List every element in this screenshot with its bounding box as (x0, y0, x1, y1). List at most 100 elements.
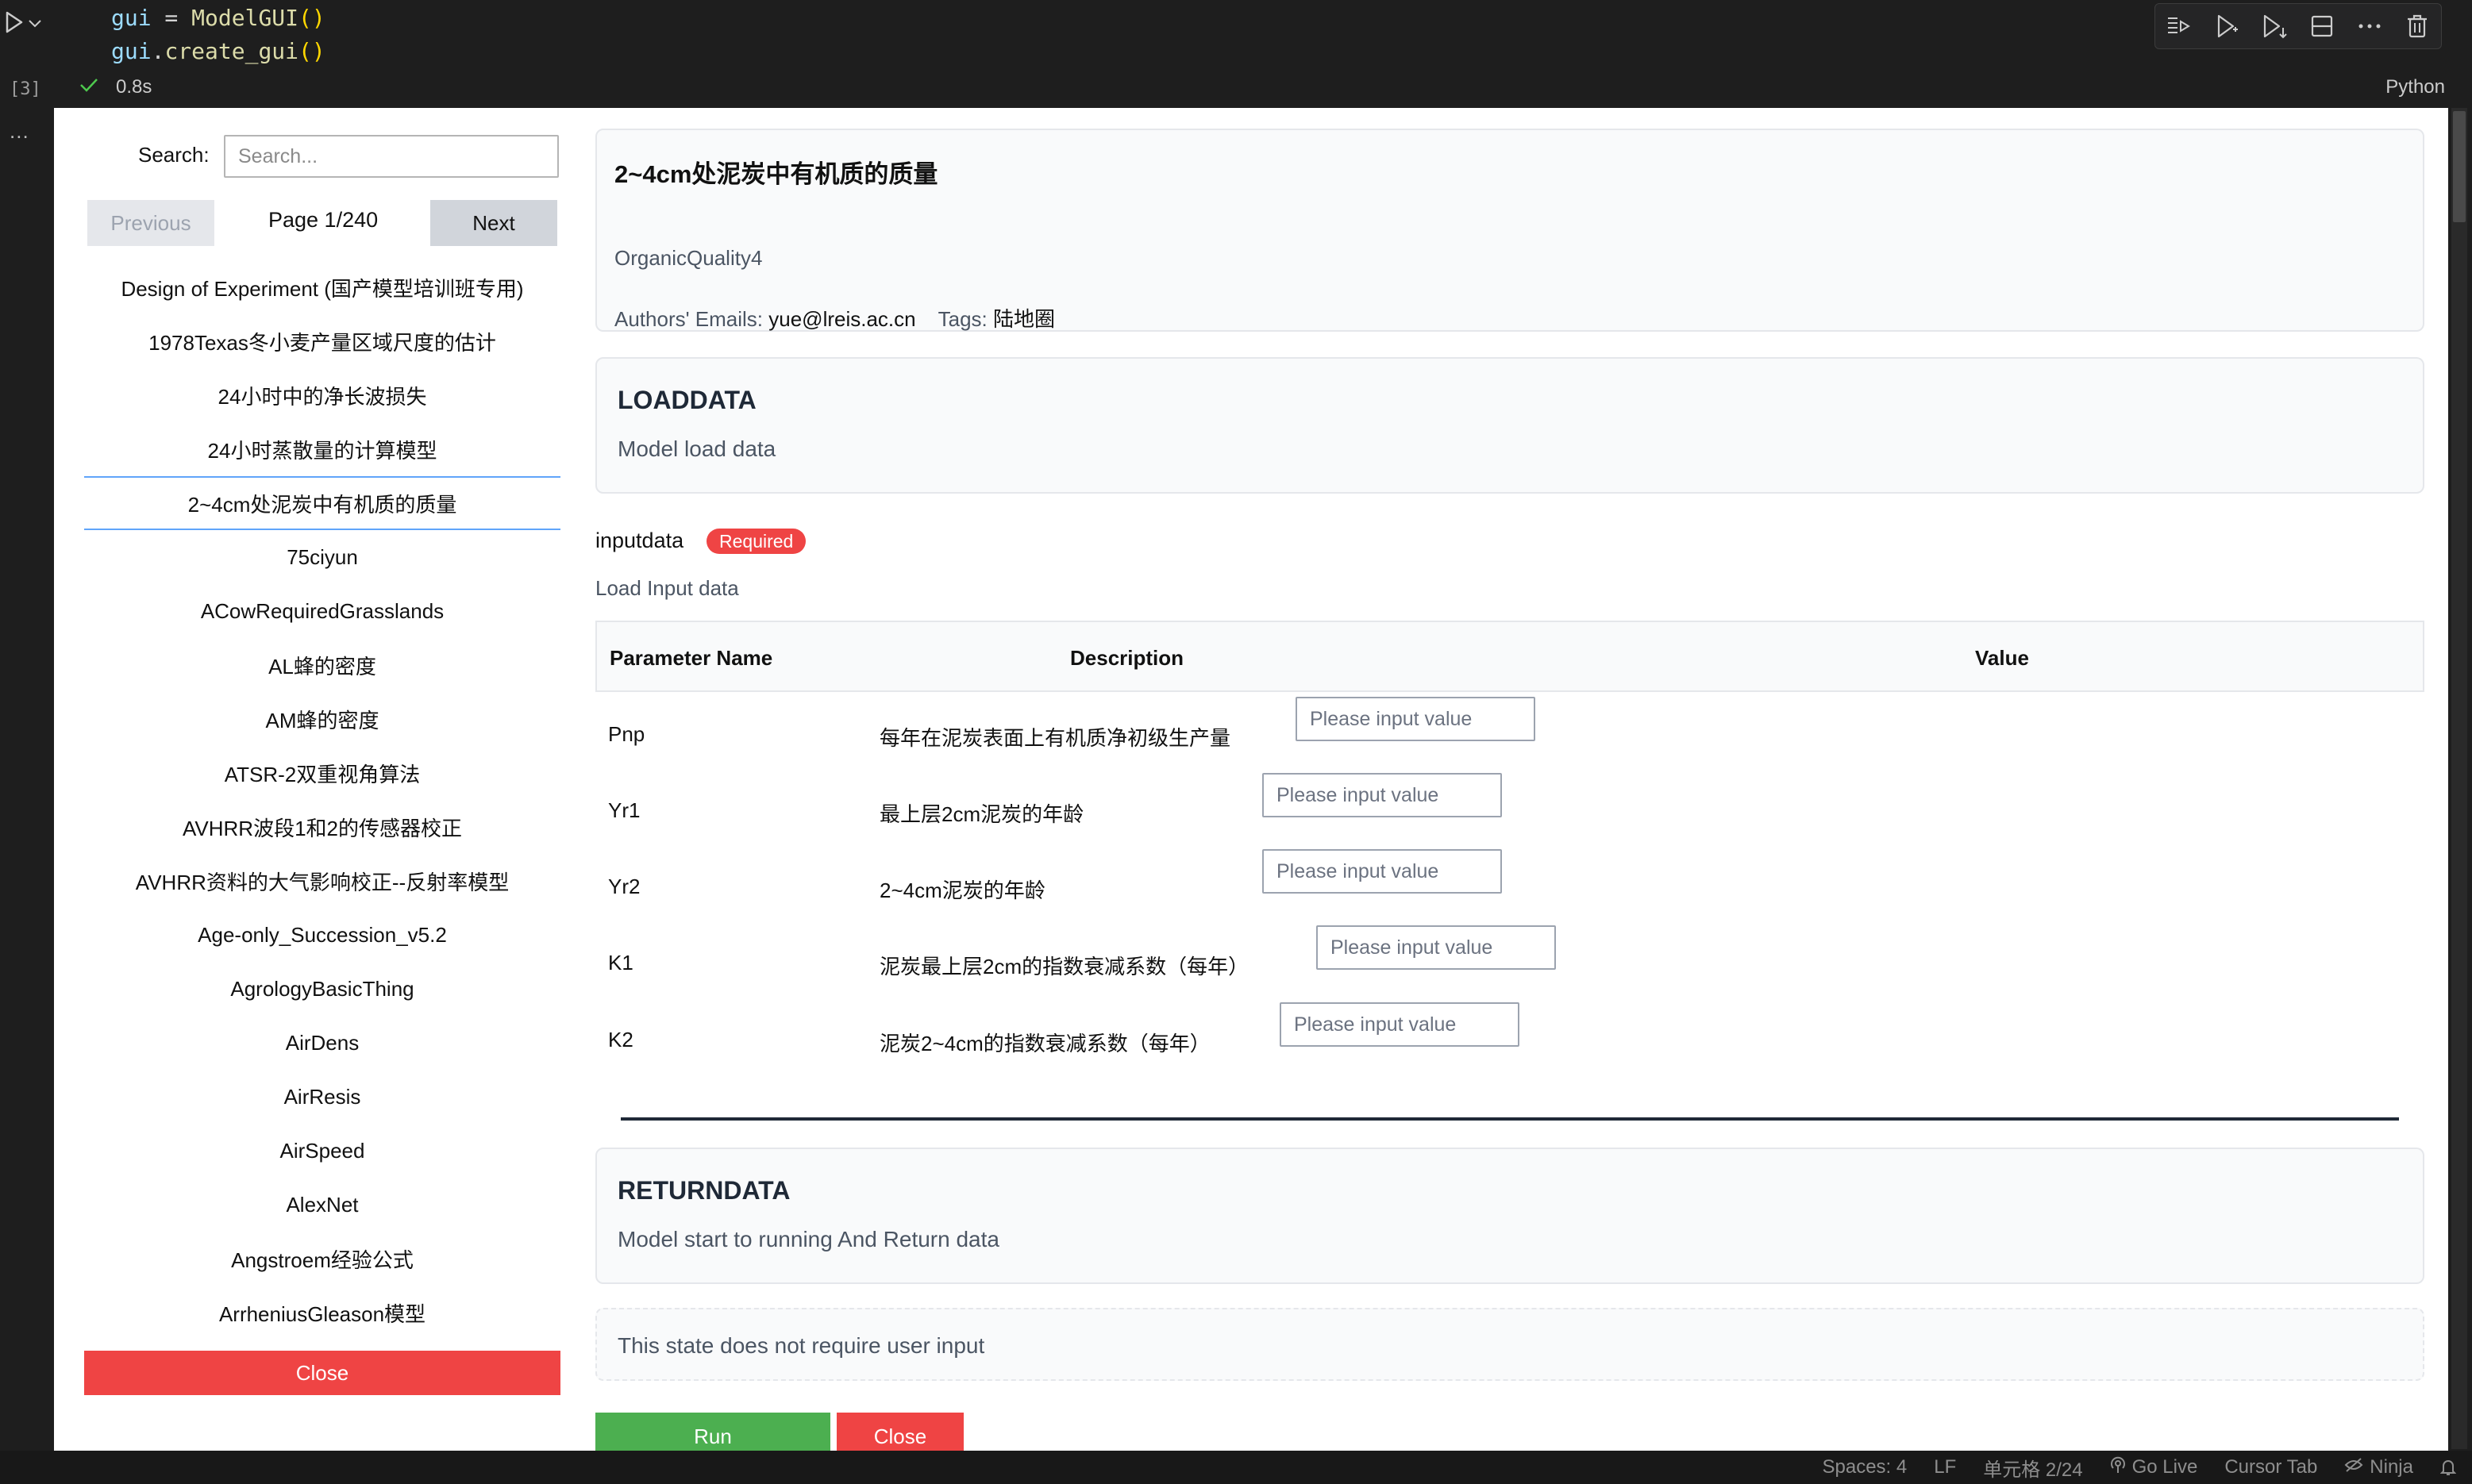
next-button[interactable]: Next (430, 200, 557, 246)
execution-count: [3] (10, 79, 41, 99)
code-line-1: gui = ModelGUI() (111, 5, 325, 31)
param-name: K2 (608, 1028, 633, 1051)
more-icon[interactable] (2354, 10, 2385, 42)
close-button[interactable]: Close (837, 1413, 964, 1451)
model-info-card: 2~4cm处泥炭中有机质的质量 OrganicQuality4 Authors'… (595, 129, 2424, 332)
model-list-item-selected[interactable]: 2~4cm处泥炭中有机质的质量 (84, 476, 560, 530)
ninja-status[interactable]: Ninja (2344, 1456, 2413, 1478)
cell-position-status[interactable]: 单元格 2/24 (1983, 1454, 2082, 1482)
model-list-item[interactable]: AirResis (84, 1070, 560, 1124)
code-line-2: gui.create_gui() (111, 38, 325, 64)
param-description: 最上层2cm泥炭的年龄 (880, 802, 1084, 826)
section-divider (621, 1117, 2399, 1121)
input-event-name: inputdata (595, 529, 684, 552)
author-email: yue@lreis.ac.cn (768, 307, 916, 331)
bell-icon[interactable] (2440, 1458, 2456, 1477)
ninja-label: Ninja (2370, 1456, 2413, 1478)
indentation-status[interactable]: Spaces: 4 (1822, 1456, 1907, 1478)
cell-more-icon[interactable]: ... (10, 119, 29, 144)
state-note: This state does not require user input (595, 1308, 2424, 1381)
param-name: Yr1 (608, 798, 641, 822)
parameter-table-header: Parameter Name Description Value (595, 621, 2424, 692)
column-header-name: Parameter Name (610, 646, 773, 670)
search-input[interactable] (224, 135, 559, 178)
param-description: 每年在泥炭表面上有机质净初级生产量 (880, 726, 1231, 750)
model-list-item[interactable]: 24小时中的净长波损失 (84, 368, 560, 422)
param-value-input[interactable] (1262, 773, 1502, 817)
model-list-item[interactable]: ATSR-2双重视角算法 (84, 746, 560, 800)
execute-above-icon[interactable] (2211, 10, 2243, 42)
column-header-description: Description (1070, 646, 1184, 670)
model-list-item[interactable]: AVHRR波段1和2的传感器校正 (84, 800, 560, 854)
model-list-item[interactable]: AL蜂的密度 (84, 638, 560, 692)
run-button[interactable]: Run (595, 1413, 830, 1451)
model-list-item[interactable]: AM蜂的密度 (84, 692, 560, 746)
model-list-item[interactable]: AirSpeed (84, 1124, 560, 1178)
param-name: Pnp (608, 722, 645, 746)
param-value-input[interactable] (1280, 1002, 1519, 1047)
code-cell[interactable]: gui = ModelGUI() gui.create_gui() (111, 2, 325, 68)
previous-button[interactable]: Previous (87, 200, 214, 246)
page-indicator: Page 1/240 (268, 208, 379, 232)
sidebar-close-button[interactable]: Close (84, 1351, 560, 1395)
param-value-input[interactable] (1316, 925, 1556, 970)
param-value-input[interactable] (1262, 849, 1502, 894)
table-row: Yr1 最上层2cm泥炭的年龄 (595, 773, 2424, 844)
chevron-down-icon[interactable] (29, 17, 41, 32)
check-icon (79, 76, 98, 98)
delete-icon[interactable] (2401, 10, 2433, 42)
input-event-description: Load Input data (595, 576, 739, 600)
table-row: Pnp 每年在泥炭表面上有机质净初级生产量 (595, 697, 2424, 768)
execute-below-icon[interactable] (2258, 10, 2290, 42)
search-label: Search: (138, 143, 210, 167)
cell-toolbar (2154, 3, 2442, 49)
model-list-item[interactable]: 75ciyun (84, 530, 560, 584)
model-list-item[interactable]: Design of Experiment (国产模型培训班专用) (84, 260, 560, 314)
model-list-item[interactable]: AlexNet (84, 1178, 560, 1232)
model-list-item[interactable]: 24小时蒸散量的计算模型 (84, 422, 560, 476)
split-cell-icon[interactable] (2306, 10, 2338, 42)
model-list-item[interactable]: ArrheniusGleason模型 (84, 1286, 560, 1340)
model-id: OrganicQuality4 (614, 246, 763, 270)
table-row: K2 泥炭2~4cm的指数衰减系数（每年） (595, 1002, 2424, 1074)
param-name: Yr2 (608, 875, 641, 898)
scrollbar-thumb[interactable] (2453, 111, 2466, 222)
column-header-value: Value (1975, 646, 2029, 670)
play-icon (5, 11, 24, 37)
widget-output: Search: Previous Page 1/240 Next Design … (54, 108, 2448, 1451)
execution-time: 0.8s (116, 76, 152, 98)
execution-status: 0.8s (79, 76, 152, 98)
tags-label: Tags: (938, 307, 988, 331)
model-list-item[interactable]: AgrologyBasicThing (84, 962, 560, 1016)
model-list-item[interactable]: AVHRR资料的大气影响校正--反射率模型 (84, 854, 560, 908)
return-state-title: RETURNDATA (618, 1176, 791, 1205)
run-by-line-icon[interactable] (2163, 10, 2195, 42)
go-live-button[interactable]: Go Live (2110, 1456, 2197, 1479)
model-list: Design of Experiment (国产模型培训班专用) 1978Tex… (84, 260, 560, 1340)
model-list-item[interactable]: Angstroem经验公式 (84, 1232, 560, 1286)
return-state-description: Model start to running And Return data (618, 1227, 999, 1251)
state-note-text: This state does not require user input (618, 1333, 985, 1358)
model-list-item[interactable]: AirDens (84, 1016, 560, 1070)
cursor-tab-status[interactable]: Cursor Tab (2224, 1456, 2317, 1478)
kernel-language[interactable]: Python (2385, 76, 2445, 98)
param-name: K1 (608, 951, 633, 975)
model-list-item[interactable]: 1978Texas冬小麦产量区域尺度的估计 (84, 314, 560, 368)
param-value-input[interactable] (1296, 697, 1535, 741)
model-title: 2~4cm处泥炭中有机质的质量 (614, 160, 938, 188)
cell-gutter (0, 0, 54, 1451)
load-state-card: LOADDATA Model load data (595, 357, 2424, 494)
table-row: Yr2 2~4cm泥炭的年龄 (595, 849, 2424, 921)
model-list-item[interactable]: Age-only_Succession_v5.2 (84, 908, 560, 962)
status-bar: Spaces: 4 LF 单元格 2/24 Go Live Cursor Tab… (0, 1451, 2472, 1484)
emails-label: Authors' Emails: (614, 307, 764, 331)
model-sidebar: Search: Previous Page 1/240 Next Design … (54, 108, 565, 1451)
eol-status[interactable]: LF (1934, 1456, 1956, 1478)
required-badge: Required (707, 529, 807, 554)
model-list-item[interactable]: ACowRequiredGrasslands (84, 584, 560, 638)
param-description: 泥炭2~4cm的指数衰减系数（每年） (880, 1032, 1211, 1055)
param-description: 2~4cm泥炭的年龄 (880, 878, 1045, 902)
return-state-card: RETURNDATA Model start to running And Re… (595, 1148, 2424, 1284)
scrollbar-track[interactable] (2451, 108, 2467, 1449)
run-cell-button[interactable] (5, 11, 41, 37)
